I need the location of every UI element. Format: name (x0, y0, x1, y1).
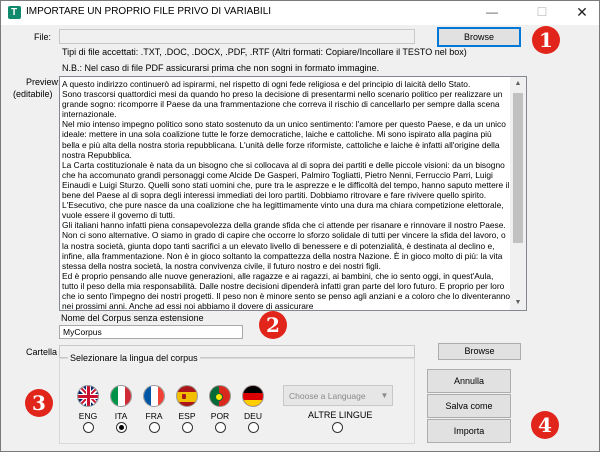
scroll-thumb[interactable] (513, 93, 523, 243)
app-icon (8, 6, 21, 19)
germany-flag-icon[interactable] (242, 385, 264, 407)
close-icon[interactable]: ✕ (567, 1, 597, 25)
preview-scrollbar[interactable]: ▲ ▼ (510, 77, 526, 310)
cartella-label: Cartella : (26, 347, 63, 357)
chevron-down-icon[interactable]: ▼ (377, 386, 392, 405)
file-path-field[interactable] (59, 29, 415, 44)
radio-ita[interactable] (116, 422, 127, 433)
callout-badge-1: 1 (532, 26, 560, 54)
radio-esp[interactable] (182, 422, 193, 433)
france-flag-icon[interactable] (143, 385, 165, 407)
accepted-types-text: Tipi di file accettati: .TXT, .DOC, .DOC… (62, 47, 467, 57)
salva-come-button[interactable]: Salva come (427, 394, 511, 418)
radio-eng[interactable] (83, 422, 94, 433)
radio-deu[interactable] (248, 422, 259, 433)
radio-por[interactable] (215, 422, 226, 433)
title-bar: IMPORTARE UN PROPRIO FILE PRIVO DI VARIA… (1, 1, 599, 25)
italy-flag-icon[interactable] (110, 385, 132, 407)
annulla-button[interactable]: Annulla (427, 369, 511, 393)
preview-editable-label: (editabile) (13, 89, 53, 99)
portugal-flag-icon[interactable] (209, 385, 231, 407)
maximize-icon[interactable]: ☐ (527, 1, 557, 25)
preview-textarea[interactable]: A questo indirizzo continuerò ad ispirar… (59, 76, 527, 311)
radio-fra[interactable] (149, 422, 160, 433)
window-title: IMPORTARE UN PROPRIO FILE PRIVO DI VARIA… (26, 6, 272, 17)
scroll-down-icon[interactable]: ▼ (510, 296, 526, 310)
minimize-icon[interactable]: — (477, 1, 507, 25)
scroll-up-icon[interactable]: ▲ (510, 77, 526, 91)
lang-code-por: POR (210, 411, 230, 421)
corpus-name-input[interactable]: MyCorpus (59, 325, 243, 339)
lang-code-deu: DEU (244, 411, 262, 421)
spain-flag-icon[interactable] (176, 385, 198, 407)
file-browse-button[interactable]: Browse (437, 27, 521, 47)
combo-placeholder: Choose a Language (289, 391, 366, 401)
lang-code-ita: ITA (114, 411, 128, 421)
lang-code-eng: ENG (78, 411, 98, 421)
preview-label: Preview: (26, 77, 61, 87)
other-language-combo[interactable]: Choose a Language ▼ (283, 385, 393, 406)
cartella-browse-button[interactable]: Browse (438, 343, 521, 360)
preview-text: A questo indirizzo continuerò ad ispirar… (62, 79, 511, 311)
lang-code-fra: FRA (145, 411, 163, 421)
pdf-note-text: N.B.: Nel caso di file PDF assicurarsi p… (62, 63, 380, 73)
uk-flag-icon[interactable] (77, 385, 99, 407)
file-label: File: (34, 32, 52, 42)
callout-badge-3: 3 (25, 389, 53, 417)
language-group-title: Selezionare la lingua del corpus (68, 353, 200, 363)
callout-badge-2: 2 (259, 311, 287, 339)
import-dialog: IMPORTARE UN PROPRIO FILE PRIVO DI VARIA… (0, 0, 600, 452)
lang-code-esp: ESP (178, 411, 196, 421)
corpus-name-label: Nome del Corpus senza estensione (61, 313, 204, 323)
radio-altre-lingue[interactable] (332, 422, 343, 433)
altre-lingue-label: ALTRE LINGUE (308, 410, 373, 420)
importa-button[interactable]: Importa (427, 419, 511, 443)
callout-badge-4: 4 (531, 411, 559, 439)
